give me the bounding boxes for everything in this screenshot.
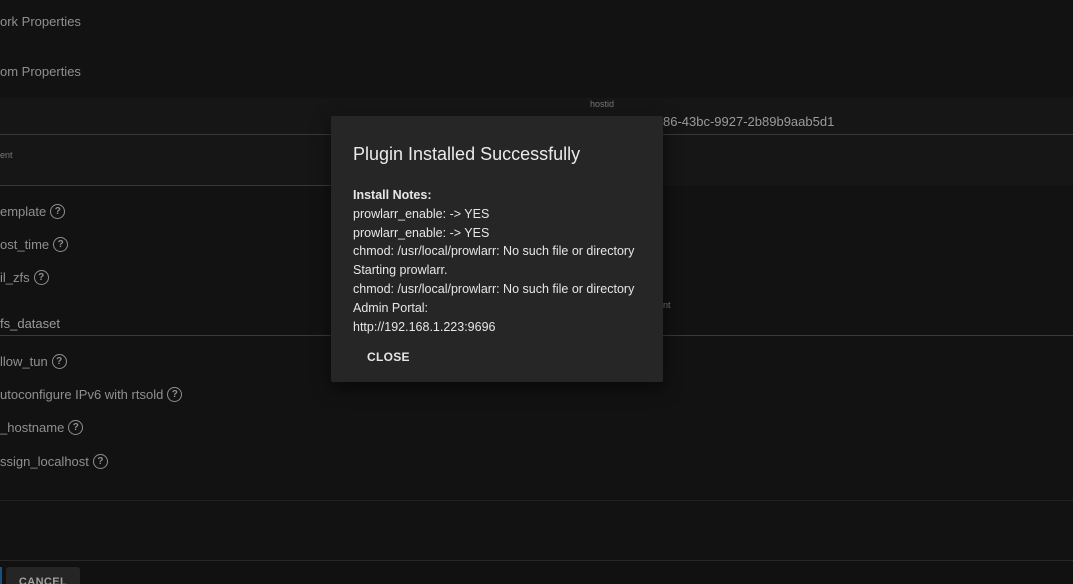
admin-portal-url: http://192.168.1.223:9696 xyxy=(353,319,496,334)
plugin-installed-dialog: Plugin Installed Successfully Install No… xyxy=(331,116,663,382)
dialog-title: Plugin Installed Successfully xyxy=(353,144,581,164)
jail-properties-page: ork Properties om Properties hostid 86-4… xyxy=(0,0,1073,584)
install-note-line: Starting prowlarr. xyxy=(353,263,448,278)
install-note-line: prowlarr_enable: -> YES xyxy=(353,206,490,221)
close-button[interactable]: CLOSE xyxy=(355,348,422,366)
install-note-line: chmod: /usr/local/prowlarr: No such file… xyxy=(353,281,635,296)
install-notes-heading: Install Notes: xyxy=(353,188,432,202)
install-note-line: Admin Portal: xyxy=(353,300,429,315)
install-note-line: chmod: /usr/local/prowlarr: No such file… xyxy=(353,244,635,259)
install-note-line: prowlarr_enable: -> YES xyxy=(353,225,490,240)
install-notes: Install Notes: prowlarr_enable: -> YES p… xyxy=(353,186,634,336)
